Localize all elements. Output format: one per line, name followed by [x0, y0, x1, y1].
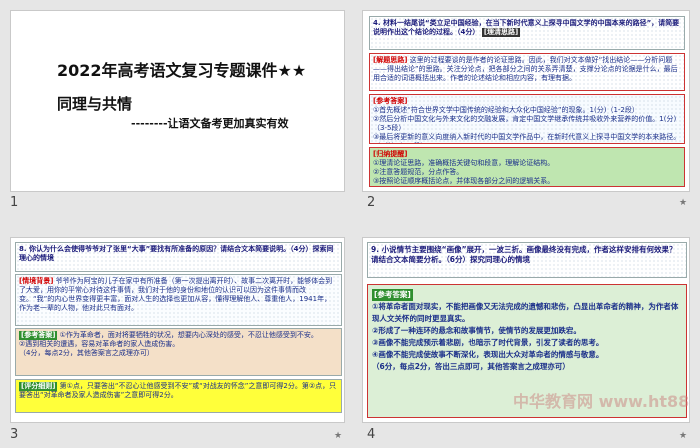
question-box: 8. 你认为什么会使得爷爷对了张里“大事”要找有所准备的原因？请结合文本简要说明…: [15, 242, 342, 272]
slide-number-3: 3: [10, 427, 19, 442]
question-text: 8. 你认为什么会使得爷爷对了张里“大事”要找有所准备的原因？请结合文本简要说明…: [19, 245, 334, 262]
grading-label: [评分细则]: [19, 382, 58, 391]
context-box: [情境背景] 爷爷作为阿宝的儿子在家中有所准备（第一次提出离开时）、故事二次离开…: [15, 274, 342, 326]
slide-number-1: 1: [10, 195, 19, 210]
answer-item: ④画像不能完成使故事不断深化，表现出大众对革命者的情感与敬意。: [372, 350, 604, 359]
analysis-label: [解题思路]: [373, 56, 408, 64]
answer-item: ②遇到相关的遭遇，容易对革命者的家人造成伤害。: [19, 340, 180, 348]
analysis-box: [解题思路] 这里的过程要谈的是作者的论证思路。因此，我们对文本做好“找出结论—…: [369, 53, 685, 91]
animation-star-icon[interactable]: ★: [679, 431, 687, 441]
question-text: 9. 小说情节主要围绕“画像”展开，一波三折。画像最终没有完成，作者这样安排有何…: [371, 245, 677, 264]
tip-item: ①理清论证思路，准确概括关键句和段意，理解论证结构。: [373, 159, 555, 167]
answer-note: （4分，每点2分，其他答案言之成理亦可）: [19, 349, 154, 357]
answer-item: ②然后分析中国文化与外来文化的交融发展，肯定中国文学继承传统并吸收外来营养的价值…: [373, 115, 677, 132]
answer-box: [参考答案] ①首先概述“符合世界文学中国传统的经验和大众化中国经验”的现象。1…: [369, 94, 685, 144]
answer-label: [参考答案]: [372, 289, 413, 301]
animation-star-icon[interactable]: ★: [679, 198, 687, 208]
slide-title: 2022年高考语文复习专题课件★★: [57, 61, 307, 80]
answer-box: [参考答案] ①作为革命者，面对将要牺牲的状况，想要内心深处的感受，不忍让他感受…: [15, 328, 342, 376]
answer-label: [参考答案]: [373, 97, 408, 105]
slide-tagline: --------让语文备考更加真实有效: [131, 117, 289, 130]
answer-item: ①将革命者面对现实，不能把画像又无法完成的遗憾和悲伤，凸显出革命者的精神，为作者…: [372, 302, 679, 323]
slide-thumbnail-1[interactable]: 2022年高考语文复习专题课件★★ 同理与共情 --------让语文备考更加真…: [10, 10, 345, 192]
grading-box: [评分细则] 第①点，只要答出“不忍心让他感受到不安”或“对战友的怀念”之意即可…: [15, 379, 342, 413]
question-badge: [理清思路]: [481, 28, 521, 37]
tip-item: ②注意答题规范，分点作答。: [373, 168, 464, 176]
slide-thumbnail-4[interactable]: 9. 小说情节主要围绕“画像”展开，一波三折。画像最终没有完成，作者这样安排有何…: [362, 237, 690, 423]
slide-thumbnail-2[interactable]: 4. 材料一结尾说“类立足中国经验，在当下新时代意义上探寻中国文学的中国本来的路…: [362, 10, 690, 192]
slide-number-2: 2: [367, 195, 376, 210]
watermark: 中华教育网 www.ht88.com: [513, 392, 690, 411]
context-label: [情境背景]: [19, 277, 54, 285]
tip-item: ③按照论证顺序概括论点，并体现各部分之间的逻辑关系。: [373, 177, 555, 185]
slide-subtitle: 同理与共情: [57, 95, 133, 113]
answer-item: ②形成了一种连环的悬念和故事情节，使情节的发展更加跌宕。: [372, 326, 581, 335]
answer-item: ①作为革命者，面对将要牺牲的状况，想要内心深处的感受，不忍让他感受到不安。: [59, 331, 318, 339]
grading-text: 第①点，只要答出“不忍心让他感受到不安”或“对战友的怀念”之意即可得2分。第②点…: [19, 382, 337, 399]
context-text: 爷爷作为阿宝的儿子在家中有所准备（第一次提出离开时）、故事二次离开时，能够体会到…: [19, 277, 333, 312]
answer-item: ③最后将更新的意义向度纳入新时代的中国文学作品中，在新时代意义上探寻中国文学的本…: [373, 133, 681, 143]
answer-item: ③画像不能完成预示着悲剧，也暗示了时代背景，引发了读者的思考。: [372, 338, 604, 347]
slide-number-4: 4: [367, 427, 376, 442]
tip-box: [归纳提醒] ①理清论证思路，准确概括关键句和段意，理解论证结构。 ②注意答题规…: [369, 147, 685, 187]
question-box: 4. 材料一结尾说“类立足中国经验，在当下新时代意义上探寻中国文学的中国本来的路…: [369, 16, 685, 50]
tip-label: [归纳提醒]: [373, 150, 408, 158]
question-box: 9. 小说情节主要围绕“画像”展开，一波三折。画像最终没有完成，作者这样安排有何…: [367, 242, 687, 278]
answer-note: （6分，每点2分，答出三点即可，其他答案言之成理亦可）: [372, 362, 570, 371]
animation-star-icon[interactable]: ★: [334, 431, 342, 441]
analysis-text: 这里的过程要谈的是作者的论证思路。因此，我们对文本做好“找出结论——分析问题——…: [373, 56, 678, 82]
answer-label: [参考答案]: [19, 331, 58, 340]
answer-item: ①首先概述“符合世界文学中国传统的经验和大众化中国经验”的现象。1(分)（1-2…: [373, 106, 639, 114]
question-text: 4. 材料一结尾说“类立足中国经验，在当下新时代意义上探寻中国文学的中国本来的路…: [373, 19, 680, 36]
slide-thumbnail-3[interactable]: 8. 你认为什么会使得爷爷对了张里“大事”要找有所准备的原因？请结合文本简要说明…: [10, 237, 345, 423]
